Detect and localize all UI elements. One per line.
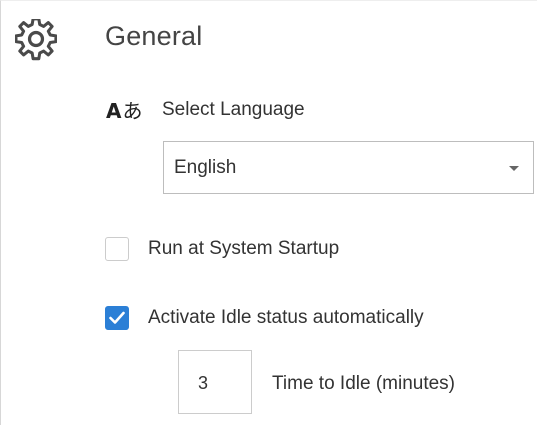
checkmark-icon [109,311,125,324]
section-title: General [105,21,203,51]
language-select-value: English [174,157,237,178]
idle-status-row[interactable]: Activate Idle status automatically [105,303,424,333]
general-settings-panel: General Aあ Select Language English Run a… [0,0,537,425]
gear-icon [15,19,57,61]
run-at-startup-checkbox[interactable] [105,237,129,261]
idle-minutes-label: Time to Idle (minutes) [272,373,456,394]
idle-minutes-value: 3 [198,373,209,393]
idle-minutes-input[interactable]: 3 [178,350,252,414]
idle-status-label[interactable]: Activate Idle status automatically [148,307,424,329]
select-language-label: Select Language [162,99,305,120]
language-select[interactable]: English [163,141,534,194]
language-icon-latin: A [106,99,122,123]
language-icon: Aあ [106,95,142,124]
idle-status-checkbox[interactable] [105,306,129,330]
run-at-startup-row[interactable]: Run at System Startup [105,234,339,264]
chevron-down-icon[interactable] [509,166,519,171]
language-icon-kana: あ [122,99,143,123]
run-at-startup-label[interactable]: Run at System Startup [148,238,339,260]
